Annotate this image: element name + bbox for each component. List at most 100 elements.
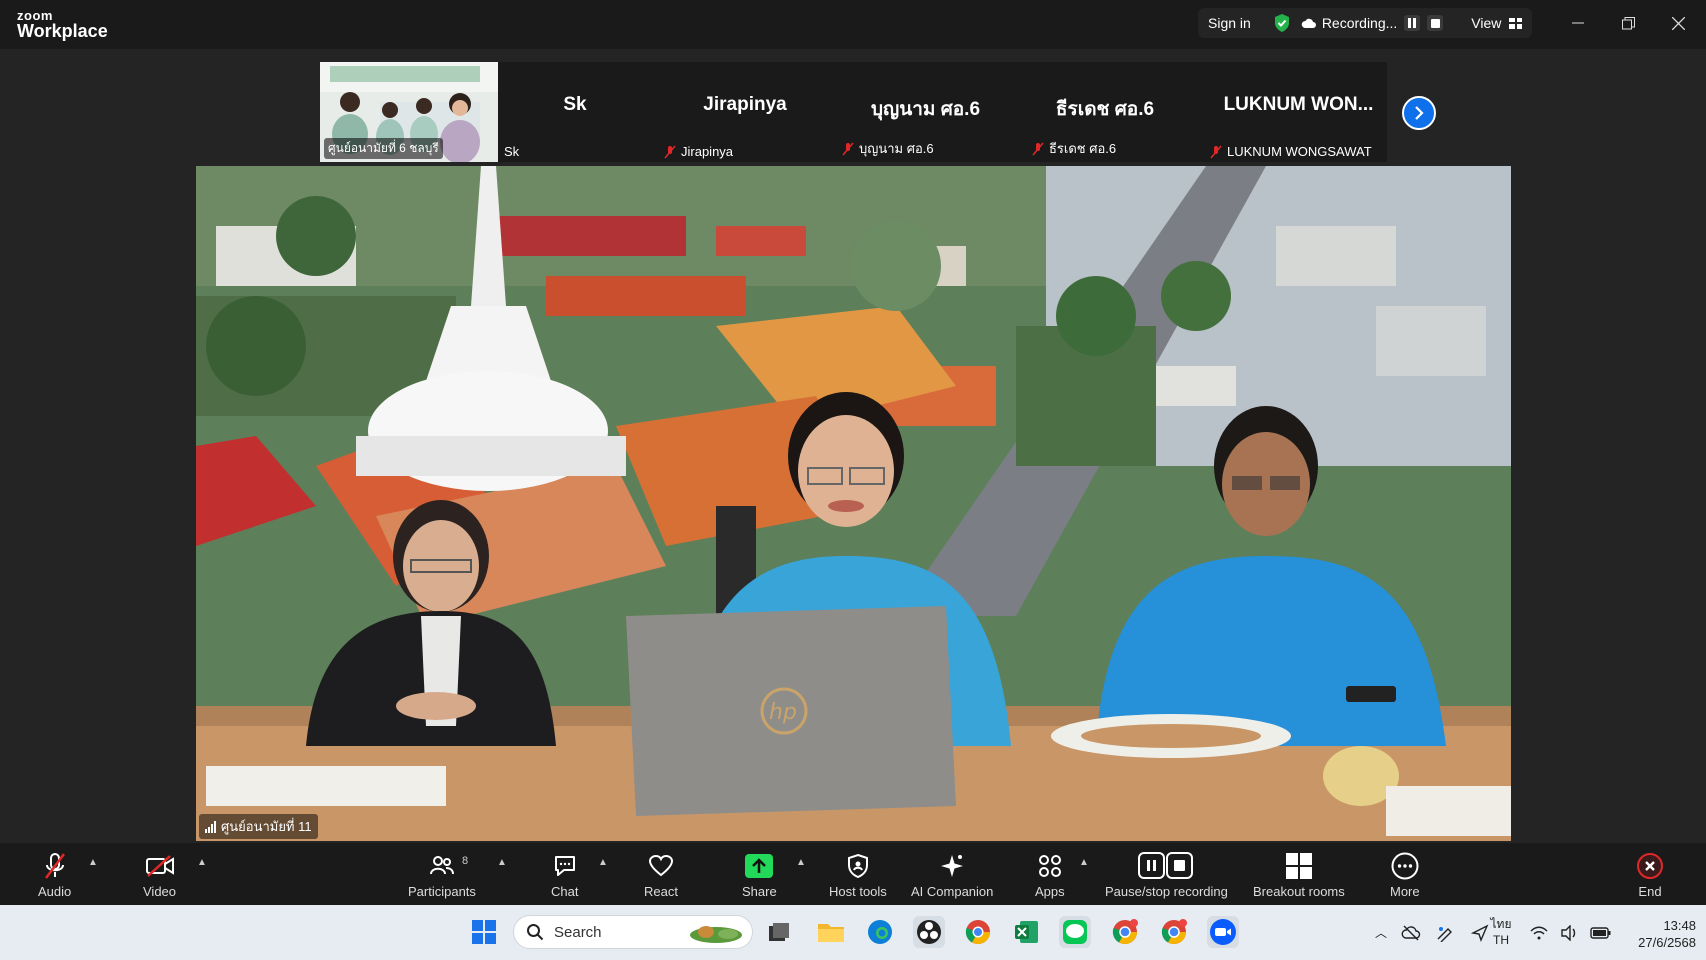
participants-label: Participants: [408, 884, 476, 899]
share-button[interactable]: Share: [742, 851, 777, 899]
host-tools-button[interactable]: Host tools: [829, 851, 887, 899]
system-tray: ︿: [1375, 905, 1489, 960]
audio-button[interactable]: Audio: [38, 851, 71, 899]
participant-tile[interactable]: Jirapinya Jirapinya: [660, 62, 830, 162]
breakout-rooms-button[interactable]: Breakout rooms: [1253, 851, 1345, 899]
participant-name-text: Jirapinya: [681, 144, 734, 159]
breakout-rooms-label: Breakout rooms: [1253, 884, 1345, 899]
participant-name-text: บุญนาม ศอ.6: [859, 141, 934, 156]
main-speaker-video[interactable]: hp ศูนย์อนามัยที่ 11: [196, 166, 1511, 841]
chrome-profile-icon: [1161, 919, 1187, 945]
chrome-profile-button-2[interactable]: [1158, 916, 1190, 948]
breakout-rooms-icon: [1285, 853, 1312, 879]
wifi-icon: [1530, 926, 1548, 939]
chrome-button[interactable]: [962, 916, 994, 948]
participant-name-text: ธีรเดช ศอ.6: [1049, 141, 1117, 156]
taskbar-clock[interactable]: 13:48 27/6/2568: [1616, 917, 1696, 951]
language-code: TH: [1493, 933, 1509, 947]
participant-tile[interactable]: บุญนาม ศอ.6 บุญนาม ศอ.6: [838, 62, 1013, 162]
chat-icon: [554, 856, 575, 876]
ai-companion-label: AI Companion: [911, 884, 994, 899]
pen-input-icon[interactable]: [1435, 924, 1457, 942]
video-off-icon: [145, 855, 174, 877]
clock-time: 13:48: [1663, 918, 1696, 933]
status-icons[interactable]: [1530, 905, 1612, 960]
pause-stop-icon: [1138, 852, 1194, 879]
start-button[interactable]: [468, 916, 500, 948]
share-screen-icon: [745, 854, 774, 878]
logo-workplace: Workplace: [17, 21, 108, 41]
share-options-caret[interactable]: ▲: [796, 857, 806, 868]
chat-label: Chat: [551, 884, 579, 899]
participant-display-name: LUKNUM WON...: [1223, 94, 1374, 115]
cloud-off-icon[interactable]: [1401, 925, 1421, 941]
search-placeholder: Search: [554, 923, 602, 941]
video-button[interactable]: Video: [143, 851, 176, 899]
pause-recording-button[interactable]: [1404, 15, 1421, 31]
shield-check-icon[interactable]: [1273, 13, 1291, 33]
stop-recording-button[interactable]: [1427, 15, 1444, 31]
task-view-button[interactable]: [763, 916, 795, 948]
taskbar-search-box[interactable]: Search: [513, 915, 753, 949]
react-button[interactable]: React: [644, 851, 678, 899]
ai-companion-button[interactable]: AI Companion: [911, 851, 993, 899]
chat-options-caret[interactable]: ▲: [598, 857, 608, 868]
participant-name-label: Sk: [504, 144, 519, 159]
end-label: End: [1638, 884, 1662, 899]
mic-muted-icon: [1210, 145, 1222, 158]
view-label: View: [1471, 15, 1502, 31]
participant-name-label: ธีรเดช ศอ.6: [1032, 138, 1116, 159]
windows-taskbar: Search ︿ ไทย TH 13:48 27/6/2568: [0, 905, 1706, 960]
participant-video-thumbnail[interactable]: ศูนย์อนามัยที่ 6 ชลบุรี: [320, 62, 498, 162]
participants-icon: [429, 856, 454, 875]
chat-button[interactable]: Chat: [551, 851, 578, 899]
shield-icon: [847, 853, 868, 879]
line-app-button[interactable]: [1059, 916, 1091, 948]
excel-button[interactable]: [1011, 916, 1043, 948]
volume-icon: [1561, 924, 1576, 941]
chevron-up-icon[interactable]: ︿: [1375, 924, 1387, 941]
participant-tile[interactable]: Sk Sk: [500, 62, 650, 162]
view-button[interactable]: View: [1471, 15, 1523, 31]
participants-options-caret[interactable]: ▲: [497, 857, 507, 868]
mic-muted-icon: [842, 142, 854, 155]
file-explorer-button[interactable]: [815, 916, 847, 948]
input-language[interactable]: ไทย TH: [1488, 916, 1514, 948]
title-bar: zoom Workplace Sign in Recording... View: [0, 0, 1706, 49]
zoom-app-button[interactable]: [1207, 916, 1239, 948]
speaker-name-label: ศูนย์อนามัยที่ 11: [199, 814, 318, 839]
recording-label: Recording...: [1321, 15, 1398, 31]
stop-icon: [1430, 18, 1440, 28]
more-button[interactable]: More: [1390, 851, 1420, 899]
participant-tile[interactable]: ธีรเดช ศอ.6 ธีรเดช ศอ.6: [1020, 62, 1190, 162]
grid-icon: [1509, 17, 1523, 29]
location-icon[interactable]: [1471, 924, 1489, 942]
audio-options-caret[interactable]: ▲: [88, 857, 98, 868]
mic-muted-icon: [44, 853, 65, 879]
gallery-next-button[interactable]: [1402, 96, 1436, 130]
participant-name-label: บุญนาม ศอ.6: [842, 138, 934, 159]
close-icon: [1671, 16, 1685, 30]
video-options-caret[interactable]: ▲: [197, 857, 207, 868]
end-meeting-button[interactable]: End: [1637, 851, 1663, 899]
restore-button[interactable]: [1603, 0, 1653, 46]
sign-in-button[interactable]: Sign in: [1208, 15, 1251, 31]
windows-logo-icon: [472, 920, 496, 944]
obs-app-button[interactable]: [913, 916, 945, 948]
pause-stop-recording-button[interactable]: Pause/stop recording: [1105, 851, 1228, 899]
search-icon: [527, 924, 544, 941]
folder-icon: [818, 924, 844, 942]
edge-browser-button[interactable]: [864, 916, 896, 948]
minimize-button[interactable]: [1553, 0, 1603, 46]
close-button[interactable]: [1653, 0, 1703, 46]
end-icon: [1637, 853, 1663, 879]
participant-tile[interactable]: LUKNUM WON... LUKNUM WONGSAWAT: [1210, 62, 1387, 162]
chevron-right-icon: [1415, 106, 1424, 120]
share-label: Share: [742, 884, 777, 899]
apps-button[interactable]: Apps: [1035, 851, 1065, 899]
react-label: React: [644, 884, 678, 899]
apps-options-caret[interactable]: ▲: [1079, 857, 1089, 868]
participant-gallery: ศูนย์อนามัยที่ 6 ชลบุรี Sk Sk Jirapinya …: [320, 62, 1387, 162]
chrome-profile-button[interactable]: [1109, 916, 1141, 948]
obs-icon: [917, 920, 941, 944]
